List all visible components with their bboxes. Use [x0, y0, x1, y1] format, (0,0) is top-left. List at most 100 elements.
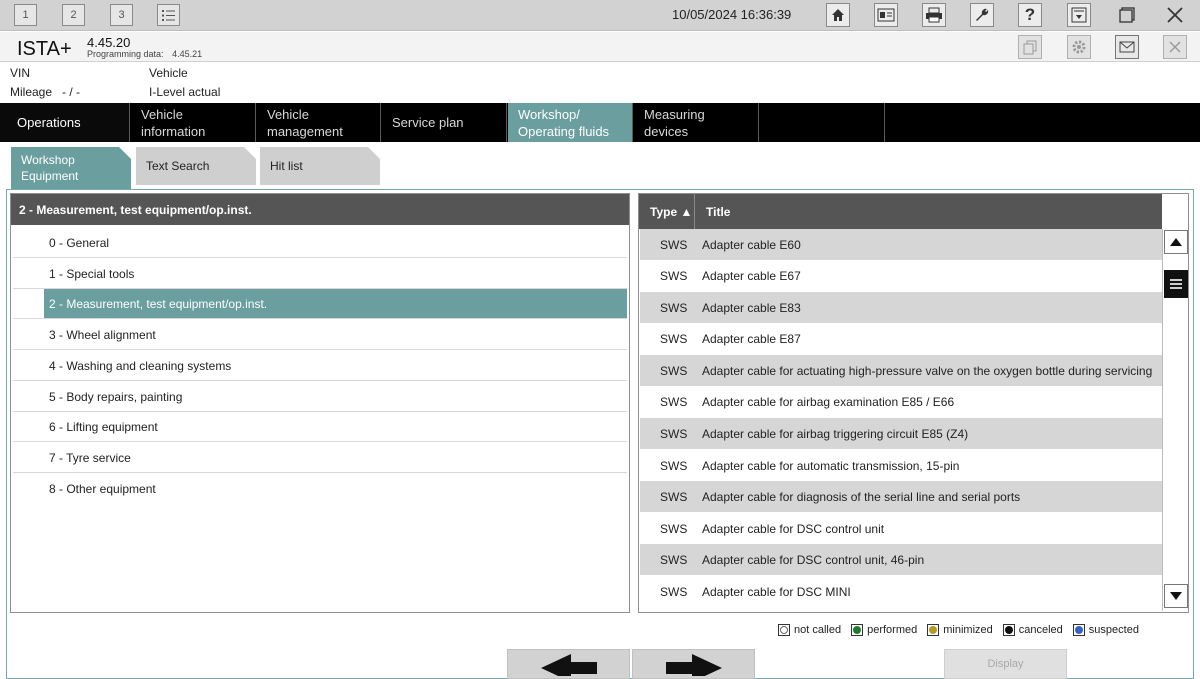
row-title: Adapter cable for diagnosis of the seria…	[702, 490, 1021, 504]
tab-label: Measuring devices	[644, 106, 705, 139]
category-item[interactable]: 6 - Lifting equipment	[13, 412, 627, 442]
row-type: SWS	[660, 332, 688, 346]
legend-canceled: canceled	[1002, 624, 1063, 636]
scroll-up-button[interactable]	[1164, 230, 1188, 254]
category-item[interactable]: 3 - Wheel alignment	[13, 320, 627, 350]
table-row[interactable]: SWS Adapter cable E60	[640, 229, 1162, 260]
close-icon	[1169, 41, 1181, 53]
tab-label: Workshop/ Operating fluids	[518, 106, 610, 139]
tab-operations[interactable]: Operations	[0, 103, 130, 142]
programming-data-value: 4.45.21	[172, 49, 203, 59]
table-row[interactable]: SWS Adapter cable E67	[640, 260, 1162, 291]
list-view-button[interactable]	[157, 4, 180, 26]
type-column-header[interactable]: Type ▲	[639, 194, 695, 229]
tab-label: Operations	[17, 115, 81, 130]
category-item[interactable]: 8 - Other equipment	[13, 474, 627, 504]
category-label: 8 - Other equipment	[49, 482, 156, 496]
category-item[interactable]: 1 - Special tools	[13, 259, 627, 289]
app-version: 4.45.20	[87, 35, 131, 50]
help-button[interactable]: ?	[1018, 3, 1042, 27]
category-label: 1 - Special tools	[49, 266, 135, 281]
mileage-value: - / -	[62, 85, 80, 99]
screen-3-button[interactable]: 3	[110, 4, 133, 26]
table-row[interactable]: SWS Adapter cable E87	[640, 323, 1162, 354]
copy-button[interactable]	[1018, 35, 1042, 59]
list-scrollbar[interactable]	[1162, 229, 1188, 611]
tab-vehicle-management[interactable]: Vehicle management	[257, 103, 381, 142]
minimize-list-button[interactable]	[1067, 3, 1091, 27]
vin-label: VIN	[10, 66, 31, 80]
message-button[interactable]	[1115, 35, 1139, 59]
arrow-right-icon	[665, 654, 722, 676]
legend-label: not called	[794, 624, 842, 636]
subtab-hit-list[interactable]: Hit list	[260, 147, 380, 185]
scroll-down-button[interactable]	[1164, 584, 1188, 608]
tab-vehicle-information[interactable]: Vehicle information	[131, 103, 256, 142]
category-item[interactable]: 4 - Washing and cleaning systems	[13, 351, 627, 381]
tab-service-plan[interactable]: Service plan	[382, 103, 507, 142]
table-row[interactable]: SWS Adapter cable for DSC control unit, 4…	[640, 544, 1162, 575]
legend-label: minimized	[943, 624, 993, 636]
category-item[interactable]: 0 - General	[13, 228, 627, 258]
screen-2-button[interactable]: 2	[62, 4, 85, 26]
category-label: 5 - Body repairs, painting	[49, 389, 183, 404]
triangle-down-icon	[1170, 592, 1182, 600]
category-item[interactable]: 5 - Body repairs, painting	[13, 382, 627, 412]
gear-button[interactable]	[1067, 35, 1091, 59]
table-row[interactable]: SWS Adapter cable E83	[640, 292, 1162, 323]
close-session-button[interactable]	[1163, 35, 1187, 59]
table-row[interactable]: SWS Adapter cable for diagnosis of the se…	[640, 481, 1162, 512]
table-row[interactable]: SWS Adapter cable for automatic transmiss…	[640, 450, 1162, 481]
home-button[interactable]	[826, 3, 850, 27]
table-row[interactable]: SWS Adapter cable for actuating high-pres…	[640, 355, 1162, 386]
tab-empty-slot	[886, 103, 1200, 142]
close-window-button[interactable]	[1163, 3, 1187, 27]
tab-measuring-devices[interactable]: Measuring devices	[634, 103, 759, 142]
table-row[interactable]: SWS Adapter cable for DSC MINI	[640, 576, 1162, 607]
legend-not-called: not called	[778, 624, 841, 636]
table-row[interactable]: SWS Adapter cable for DSC control unit	[640, 513, 1162, 544]
home-icon	[832, 9, 844, 21]
row-title: Adapter cable for DSC control unit, 46-p…	[702, 553, 925, 567]
tab-empty-slot	[760, 103, 885, 142]
programming-data: Programming data: 4.45.21	[87, 49, 202, 59]
row-type: SWS	[660, 459, 688, 473]
envelope-icon	[1119, 41, 1135, 53]
screen-1-button[interactable]: 1	[14, 4, 37, 26]
tab-workshop-operating-fluids[interactable]: Workshop/ Operating fluids	[508, 103, 633, 142]
subtab-text-search[interactable]: Text Search	[136, 147, 256, 185]
row-title: Adapter cable for DSC MINI	[702, 585, 851, 599]
legend-performed: performed	[851, 624, 917, 636]
vehicle-data-button[interactable]	[874, 3, 898, 27]
tab-label: Service plan	[392, 115, 464, 130]
gear-icon	[1072, 40, 1086, 54]
category-item[interactable]: 7 - Tyre service	[13, 443, 627, 473]
title-column-label: Title	[706, 204, 731, 219]
restore-window-button[interactable]	[1115, 3, 1139, 27]
row-title: Adapter cable E67	[702, 269, 801, 283]
grip-lines-icon	[1170, 279, 1182, 289]
top-toolbar: 1 2 3 10/05/2024 16:36:39 ?	[0, 0, 1200, 31]
equipment-list-panel: Type ▲ Title SWS Adapter cable E60 SWS Ada…	[638, 193, 1189, 613]
row-type: SWS	[660, 490, 688, 504]
title-column-header[interactable]: Title	[706, 194, 730, 229]
category-label: 2 - Measurement, test equipment/op.inst.	[49, 296, 268, 311]
row-title: Adapter cable for airbag triggering circ…	[702, 427, 969, 441]
close-icon	[1167, 7, 1183, 23]
subtab-workshop-equipment[interactable]: Workshop Equipment	[11, 147, 131, 189]
category-label: 3 - Wheel alignment	[49, 327, 156, 342]
row-title: Adapter cable E60	[702, 238, 801, 252]
row-title: Adapter cable E83	[702, 301, 801, 315]
print-button[interactable]	[922, 3, 946, 27]
window-restore-icon	[1119, 7, 1135, 23]
ilevel-actual-label: I-Level actual	[149, 85, 221, 99]
settings-wrench-button[interactable]	[970, 3, 994, 27]
row-type: SWS	[660, 301, 688, 315]
status-not-called-icon	[778, 624, 790, 636]
category-item-selected[interactable]: 2 - Measurement, test equipment/op.inst.	[44, 289, 627, 319]
scroll-thumb[interactable]	[1164, 270, 1188, 298]
tab-label: Vehicle information	[141, 106, 206, 139]
legend-label: suspected	[1088, 624, 1139, 636]
table-row[interactable]: SWS Adapter cable for airbag triggering c…	[640, 418, 1162, 449]
table-row[interactable]: SWS Adapter cable for airbag examination …	[640, 386, 1162, 417]
